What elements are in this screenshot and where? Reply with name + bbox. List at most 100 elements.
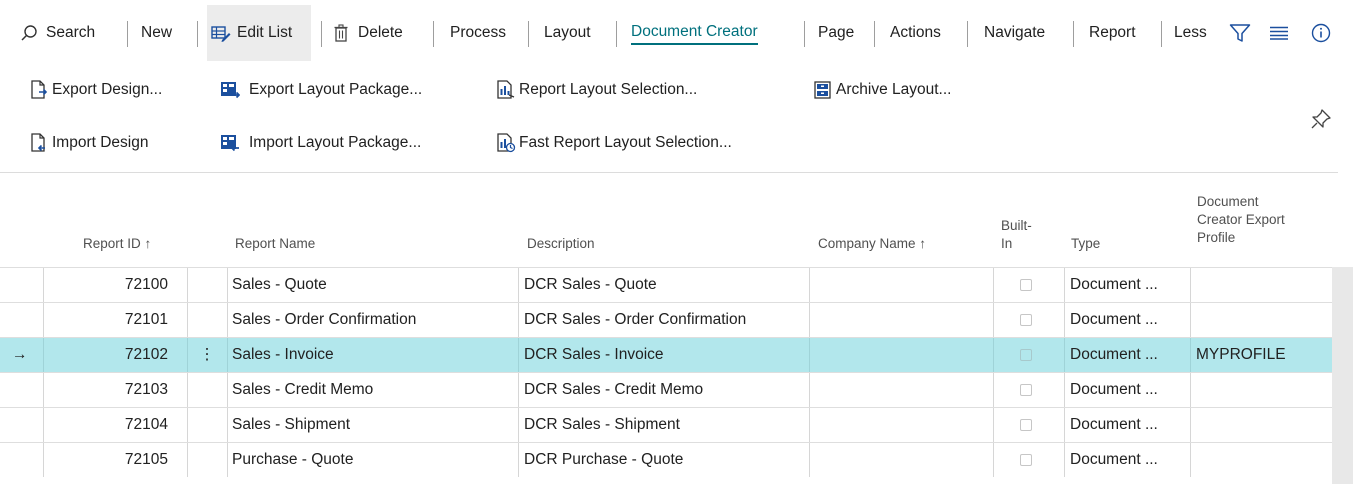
column-header-company-name[interactable]: Company Name ↑ [818, 235, 926, 253]
report-layout-selection-action[interactable]: Report Layout Selection... [496, 77, 697, 103]
column-header-description[interactable]: Description [527, 235, 595, 253]
built-in-checkbox[interactable] [1020, 349, 1032, 361]
export-profile-cell[interactable]: MYPROFILE [1196, 338, 1331, 372]
column-header-report-name[interactable]: Report Name [235, 235, 315, 253]
layout-button[interactable]: Layout [544, 5, 591, 61]
built-in-checkbox[interactable] [1020, 454, 1032, 466]
search-button[interactable]: Search [20, 5, 95, 61]
separator [197, 21, 198, 47]
company-name-cell[interactable] [815, 443, 990, 477]
description-cell[interactable]: DCR Sales - Order Confirmation [524, 303, 806, 337]
report-name-cell[interactable]: Sales - Order Confirmation [232, 303, 514, 337]
edit-list-icon [211, 24, 231, 42]
report-button[interactable]: Report [1089, 5, 1136, 61]
edit-list-button[interactable]: Edit List [207, 5, 311, 61]
pin-button[interactable] [1310, 108, 1334, 132]
actions-button[interactable]: Actions [890, 5, 941, 61]
built-in-checkbox[interactable] [1020, 279, 1032, 291]
cell-divider [809, 408, 810, 442]
report-id-cell[interactable]: 72100 [44, 268, 168, 302]
fast-report-layout-selection-label: Fast Report Layout Selection... [519, 134, 732, 151]
cell-divider [809, 268, 810, 302]
export-profile-cell[interactable] [1196, 408, 1331, 442]
company-name-cell[interactable] [815, 338, 990, 372]
table-row[interactable]: 72101 Sales - Order Confirmation DCR Sales… [0, 302, 1332, 337]
description-cell[interactable]: DCR Sales - Invoice [524, 338, 806, 372]
delete-button[interactable]: Delete [334, 5, 403, 61]
built-in-checkbox[interactable] [1020, 314, 1032, 326]
export-profile-cell[interactable] [1196, 303, 1331, 337]
vertical-scrollbar[interactable] [1332, 267, 1353, 484]
type-cell[interactable]: Document ... [1070, 408, 1188, 442]
report-id-cell[interactable]: 72102 [44, 338, 168, 372]
company-name-cell[interactable] [815, 408, 990, 442]
column-header-type[interactable]: Type [1071, 235, 1100, 253]
type-cell[interactable]: Document ... [1070, 268, 1188, 302]
table-row[interactable]: → ⋮ 72102 Sales - Invoice DCR Sales - Invoic… [0, 337, 1332, 372]
table-row[interactable]: 72104 Sales - Shipment DCR Sales - Shipmen… [0, 407, 1332, 442]
cell-divider [993, 303, 994, 337]
built-in-checkbox[interactable] [1020, 419, 1032, 431]
page-button[interactable]: Page [818, 5, 854, 61]
import-layout-package-action[interactable]: Import Layout Package... [220, 130, 421, 156]
import-design-label: Import Design [52, 134, 149, 151]
type-cell[interactable]: Document ... [1070, 373, 1188, 407]
cell-divider [1190, 268, 1191, 302]
info-button[interactable] [1311, 5, 1331, 61]
archive-layout-icon [813, 80, 833, 100]
report-id-cell[interactable]: 72101 [44, 303, 168, 337]
fast-report-layout-selection-action[interactable]: Fast Report Layout Selection... [496, 130, 732, 156]
list-icon [1270, 26, 1288, 40]
less-button[interactable]: Less [1174, 5, 1207, 61]
description-cell[interactable]: DCR Sales - Credit Memo [524, 373, 806, 407]
column-header-report-id[interactable]: Report ID ↑ [83, 235, 151, 253]
report-name-cell[interactable]: Purchase - Quote [232, 443, 514, 477]
export-profile-cell[interactable] [1196, 373, 1331, 407]
column-header-export-profile[interactable]: Document Creator Export Profile [1197, 193, 1285, 247]
import-design-action[interactable]: Import Design [29, 130, 148, 156]
archive-layout-action[interactable]: Archive Layout... [813, 77, 951, 103]
document-creator-tab[interactable]: Document Creator [631, 5, 758, 61]
type-cell[interactable]: Document ... [1070, 303, 1188, 337]
report-id-cell[interactable]: 72105 [44, 443, 168, 477]
built-in-checkbox[interactable] [1020, 384, 1032, 396]
row-menu-button[interactable]: ⋮ [199, 338, 215, 372]
type-cell[interactable]: Document ... [1070, 443, 1188, 477]
description-cell[interactable]: DCR Purchase - Quote [524, 443, 806, 477]
cell-divider [1190, 373, 1191, 407]
column-header-built-in-line1: Built- [1001, 218, 1032, 233]
table-row[interactable]: 72105 Purchase - Quote DCR Purchase - Quot… [0, 442, 1332, 477]
filter-button[interactable] [1229, 5, 1251, 61]
navigate-button[interactable]: Navigate [984, 5, 1045, 61]
report-id-cell[interactable]: 72103 [44, 373, 168, 407]
cell-divider [518, 408, 519, 442]
report-name-cell[interactable]: Sales - Credit Memo [232, 373, 514, 407]
report-name-cell[interactable]: Sales - Quote [232, 268, 514, 302]
export-design-action[interactable]: Export Design... [29, 77, 162, 103]
new-button[interactable]: New [141, 5, 172, 61]
company-name-cell[interactable] [815, 303, 990, 337]
description-cell[interactable]: DCR Sales - Quote [524, 268, 806, 302]
column-header-built-in[interactable]: Built- In [1001, 217, 1032, 253]
export-profile-cell[interactable] [1196, 443, 1331, 477]
description-cell[interactable]: DCR Sales - Shipment [524, 408, 806, 442]
layout-label: Layout [544, 24, 591, 41]
separator [967, 21, 968, 47]
export-layout-package-label: Export Layout Package... [249, 81, 423, 98]
cell-divider [1064, 303, 1065, 337]
export-profile-cell[interactable] [1196, 268, 1331, 302]
cell-divider [227, 443, 228, 477]
report-id-cell[interactable]: 72104 [44, 408, 168, 442]
info-icon [1311, 23, 1331, 43]
type-cell[interactable]: Document ... [1070, 338, 1188, 372]
report-name-cell[interactable]: Sales - Invoice [232, 338, 514, 372]
company-name-cell[interactable] [815, 373, 990, 407]
list-view-button[interactable] [1270, 5, 1288, 61]
cell-divider [518, 373, 519, 407]
table-row[interactable]: 72103 Sales - Credit Memo DCR Sales - Cred… [0, 372, 1332, 407]
company-name-cell[interactable] [815, 268, 990, 302]
export-layout-package-action[interactable]: Export Layout Package... [220, 77, 422, 103]
table-row[interactable]: 72100 Sales - Quote DCR Sales - Quote Docum… [0, 267, 1332, 302]
report-name-cell[interactable]: Sales - Shipment [232, 408, 514, 442]
process-button[interactable]: Process [450, 5, 506, 61]
